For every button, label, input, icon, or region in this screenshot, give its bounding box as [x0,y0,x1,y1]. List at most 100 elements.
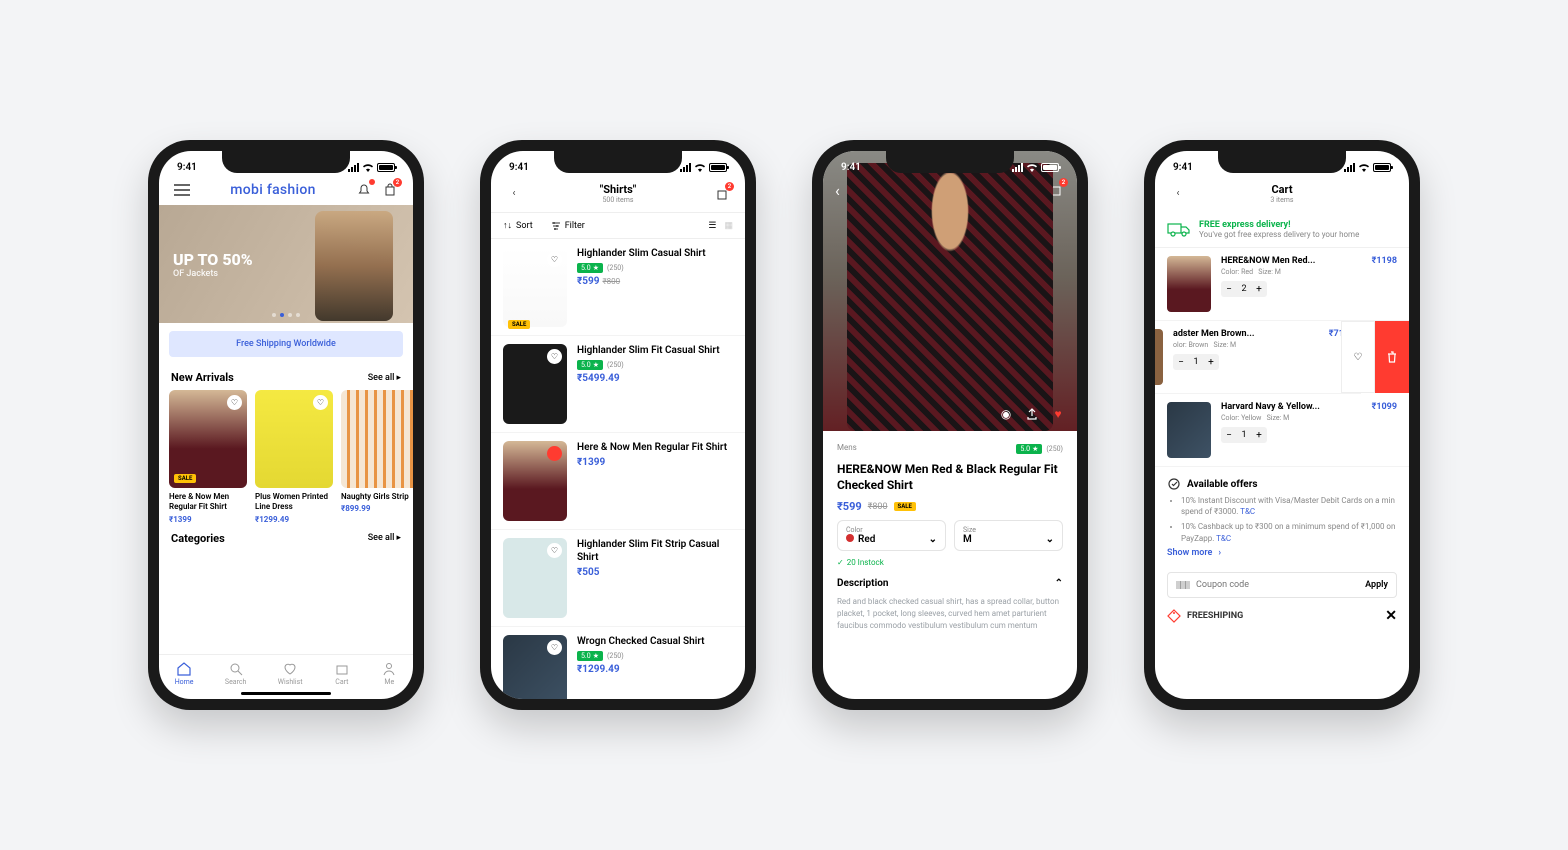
notch [1218,151,1346,173]
notch [554,151,682,173]
heart-icon[interactable]: ♡ [227,395,242,410]
bell-icon[interactable] [355,181,373,199]
shipping-banner[interactable]: Free Shipping Worldwide [169,331,403,357]
item-image [1155,329,1163,385]
delete-button[interactable] [1375,321,1409,393]
qty-plus[interactable]: + [1251,427,1267,443]
nav-search[interactable]: Search [225,661,247,686]
tag-icon [1167,609,1181,623]
heart-icon[interactable]: ♡ [547,543,562,558]
nav-home[interactable]: Home [175,661,194,686]
sale-badge: SALE [508,320,530,329]
apply-button[interactable]: Apply [1365,580,1388,590]
offers-list: 10% Instant Discount with Visa/Master De… [1167,495,1397,544]
heart-icon[interactable]: ♡ [547,640,562,655]
product-card[interactable]: ♡SALE Here & Now Men Regular Fit Shirt ₹… [169,390,247,524]
tnc-link[interactable]: T&C [1216,534,1231,543]
brand-logo[interactable]: mobi fashion [230,182,315,198]
qty-minus[interactable]: − [1221,281,1237,297]
qty-stepper[interactable]: −1+ [1221,427,1267,443]
see-all-button[interactable]: See all▸ [368,533,401,543]
qty-minus[interactable]: − [1173,354,1189,370]
product-name: Wrogn Checked Casual Shirt [577,635,733,648]
chevron-down-icon: ⌄ [929,534,937,545]
back-icon[interactable]: ‹ [505,185,523,203]
heart-icon[interactable]: ♡ [547,252,562,267]
product-price: ₹1399 [577,457,733,468]
color-select[interactable]: Color Red⌄ [837,520,946,551]
shipping-subtitle: You've got free express delivery to your… [1199,230,1359,239]
hero-banner[interactable]: UP TO 50% OF Jackets [159,205,413,323]
coupon-input[interactable] [1196,580,1359,590]
product-image[interactable]: ‹ ◉ ♥ [823,151,1077,431]
chevron-down-icon: ⌄ [1046,534,1054,545]
item-price: ₹1099 [1372,402,1397,412]
product-price: ₹1299.49 [577,664,733,675]
qty-plus[interactable]: + [1203,354,1219,370]
grid-view-icon[interactable]: ▦ [724,221,733,231]
nav-cart[interactable]: Cart [334,661,350,686]
close-icon[interactable]: ✕ [1385,608,1397,624]
product-price: ₹5499.49 [577,373,733,384]
product-card[interactable]: ♡ Plus Women Printed Line Dress ₹1299.49 [255,390,333,524]
sale-badge: SALE [894,502,916,511]
list-item[interactable]: ♡ Highlander Slim Fit Casual Shirt 5.0★(… [491,336,745,433]
menu-icon[interactable] [173,181,191,199]
shipping-info: FREE express delivery! You've got free e… [1155,212,1409,248]
heart-icon[interactable] [547,446,562,461]
product-price: ₹505 [577,567,733,578]
truck-icon [1167,220,1191,238]
item-name: adster Men Brown... [1173,329,1254,339]
item-image [1167,402,1211,458]
cart-icon[interactable] [713,185,731,203]
product-name: Plus Women Printed Line Dress [255,492,333,513]
battery-icon [377,163,395,172]
product-name: Highlander Slim Casual Shirt [577,247,733,260]
qty-stepper[interactable]: −1+ [1173,354,1219,370]
product-card[interactable]: Naughty Girls Strip ₹899.99 [341,390,413,524]
filter-button[interactable]: Filter [551,220,585,231]
product-carousel[interactable]: ♡SALE Here & Now Men Regular Fit Shirt ₹… [159,388,413,526]
wishlist-button[interactable]: ♡ [1341,321,1375,393]
description-text: Red and black checked casual shirt, has … [837,596,1063,632]
nav-me[interactable]: Me [381,661,397,686]
see-all-button[interactable]: See all▸ [368,373,401,383]
view-icon[interactable]: ◉ [997,405,1015,423]
carousel-dots[interactable] [272,313,300,317]
back-icon[interactable]: ‹ [1169,185,1187,203]
cart-item[interactable]: adster Men Brown...₹714 olor: Brown Size… [1155,321,1361,394]
section-title: New Arrivals [171,371,234,384]
qty-stepper[interactable]: −2+ [1221,281,1267,297]
back-icon[interactable]: ‹ [835,181,840,200]
list-item[interactable]: ♡ Wrogn Checked Casual Shirt 5.0★(250) ₹… [491,627,745,699]
notch [886,151,1014,173]
tnc-link[interactable]: T&C [1240,507,1255,516]
qty-plus[interactable]: + [1251,281,1267,297]
notch [222,151,350,173]
heart-icon[interactable]: ♡ [547,349,562,364]
product-price: ₹1399 [169,515,247,524]
bottom-nav: Home Search Wishlist Cart Me [159,654,413,689]
description-heading: Description [837,578,888,589]
signal-icon [348,163,359,172]
chevron-up-icon[interactable]: ⌃ [1055,578,1063,589]
cart-icon[interactable] [381,181,399,199]
list-item[interactable]: ♡ Highlander Slim Fit Strip Casual Shirt… [491,530,745,627]
heart-icon[interactable]: ♥ [1049,405,1067,423]
list-item[interactable]: ♡SALE Highlander Slim Casual Shirt 5.0★(… [491,239,745,336]
qty-minus[interactable]: − [1221,427,1237,443]
heart-icon[interactable]: ♡ [313,395,328,410]
hero-subtitle: OF Jackets [173,269,399,279]
product-name: Here & Now Men Regular Fit Shirt [577,441,733,454]
share-icon[interactable] [1023,405,1041,423]
barcode-icon [1176,580,1190,590]
list-view-icon[interactable]: ☰ [708,221,716,231]
status-time: 9:41 [177,162,197,173]
size-select[interactable]: Size M⌄ [954,520,1063,551]
cart-item[interactable]: Harvard Navy & Yellow...₹1099 Color: Yel… [1155,394,1409,467]
cart-item[interactable]: HERE&NOW Men Red...₹1198 Color: Red Size… [1155,248,1409,321]
show-more-button[interactable]: Show more › [1167,548,1397,558]
sort-button[interactable]: ↑↓ Sort [503,220,533,231]
list-item[interactable]: Here & Now Men Regular Fit Shirt ₹1399 [491,433,745,530]
nav-wishlist[interactable]: Wishlist [278,661,303,686]
